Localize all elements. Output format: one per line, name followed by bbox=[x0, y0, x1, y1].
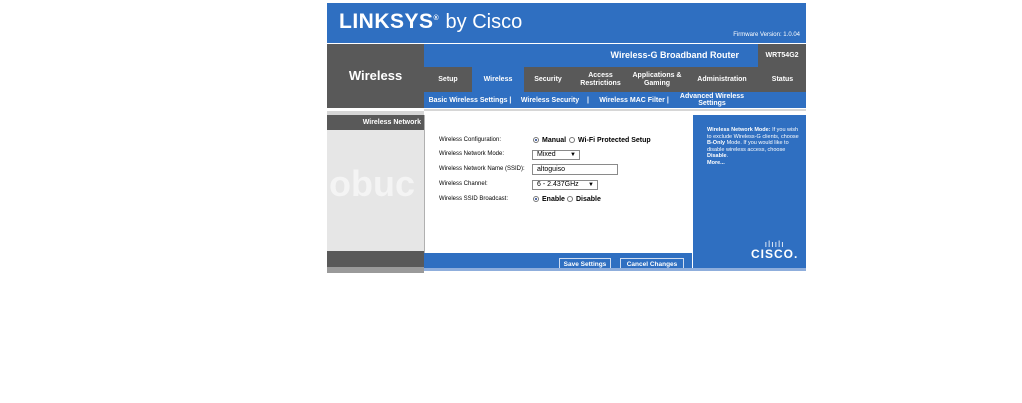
subtab-basic-wireless-settings[interactable]: Basic Wireless Settings | bbox=[426, 92, 514, 108]
subtab-wireless-mac-filter[interactable]: Wireless MAC Filter | bbox=[594, 92, 674, 108]
wireless-channel-value: 6 - 2.437GHz bbox=[537, 181, 579, 188]
broadcast-enable-label: Enable bbox=[542, 196, 565, 203]
ssid-label: Wireless Network Name (SSID): bbox=[439, 166, 525, 172]
tab-access-restrictions[interactable]: Access Restrictions bbox=[572, 67, 629, 92]
right-divider bbox=[424, 109, 806, 111]
ssid-broadcast-label: Wireless SSID Broadcast: bbox=[439, 196, 509, 202]
sidebar-footer-strip bbox=[327, 267, 424, 273]
brand-name: LINKSYS bbox=[339, 10, 434, 33]
photobucket-watermark: obuc bbox=[329, 163, 415, 204]
section-title: Wireless bbox=[327, 44, 424, 108]
tab-security[interactable]: Security bbox=[524, 67, 572, 92]
wireless-network-mode-label: Wireless Network Mode: bbox=[439, 151, 505, 157]
broadcast-disable-label: Disable bbox=[576, 196, 601, 203]
firmware-version: Firmware Version: 1.0.04 bbox=[733, 32, 800, 38]
router-admin-frame: LINKSYS® by Cisco Firmware Version: 1.0.… bbox=[327, 3, 806, 273]
tab-administration[interactable]: Administration bbox=[685, 67, 759, 92]
config-manual-radio[interactable] bbox=[533, 137, 539, 143]
broadcast-disable-radio[interactable] bbox=[567, 196, 573, 202]
config-manual-label: Manual bbox=[542, 137, 567, 144]
network-mode-value: Mixed bbox=[537, 151, 556, 158]
subtab-separator: | bbox=[587, 96, 589, 104]
cisco-logo: ılıılı CISCO. bbox=[751, 239, 798, 261]
model-number: WRT54G2 bbox=[758, 44, 806, 67]
help-bonly: B-Only bbox=[707, 140, 726, 146]
subtab-wireless-security[interactable]: Wireless Security bbox=[518, 92, 582, 108]
tab-applications-gaming[interactable]: Applications & Gaming bbox=[629, 67, 685, 92]
chevron-down-icon: ▼ bbox=[588, 182, 594, 188]
network-mode-select[interactable]: Mixed ▼ bbox=[532, 150, 580, 160]
wireless-configuration-label: Wireless Configuration: bbox=[439, 137, 502, 143]
brand-suffix: by Cisco bbox=[445, 11, 523, 33]
help-disable: Disable bbox=[707, 153, 727, 159]
registered-mark: ® bbox=[433, 15, 440, 22]
left-sidebar: Wireless Network obuc bbox=[327, 115, 424, 273]
help-panel: Wireless Network Mode: If you wish to ex… bbox=[693, 115, 806, 271]
settings-panel: Wireless Configuration: Manual Wi-Fi Pro… bbox=[424, 115, 693, 253]
header-bar: LINKSYS® by Cisco Firmware Version: 1.0.… bbox=[327, 3, 806, 43]
config-wps-label: Wi-Fi Protected Setup bbox=[578, 137, 651, 144]
sub-tabs: Basic Wireless Settings | Wireless Secur… bbox=[424, 92, 806, 108]
product-name: Wireless-G Broadband Router bbox=[610, 50, 739, 60]
wireless-channel-select[interactable]: 6 - 2.437GHz ▼ bbox=[532, 180, 598, 190]
product-bar: Wireless-G Broadband Router WRT54G2 bbox=[424, 44, 806, 67]
help-more-link[interactable]: More... bbox=[707, 160, 725, 166]
linksys-logo: LINKSYS® by Cisco bbox=[339, 10, 522, 34]
chevron-down-icon: ▼ bbox=[570, 152, 576, 158]
help-text: Wireless Network Mode: If you wish to ex… bbox=[707, 127, 799, 166]
main-tabs: Setup Wireless Security Access Restricti… bbox=[424, 67, 806, 92]
tab-wireless[interactable]: Wireless bbox=[472, 67, 524, 92]
subtab-advanced-wireless-settings[interactable]: Advanced Wireless Settings bbox=[676, 92, 748, 108]
sidebar-heading: Wireless Network bbox=[327, 115, 424, 130]
help-title: Wireless Network Mode: bbox=[707, 127, 771, 133]
config-wps-radio[interactable] bbox=[569, 137, 575, 143]
ssid-input[interactable]: altoguiso bbox=[532, 164, 618, 175]
tab-setup[interactable]: Setup bbox=[424, 67, 472, 92]
cisco-wordmark: CISCO. bbox=[751, 247, 799, 261]
bottom-strip bbox=[424, 268, 806, 271]
tab-status[interactable]: Status bbox=[759, 67, 806, 92]
wireless-channel-label: Wireless Channel: bbox=[439, 181, 488, 187]
broadcast-enable-radio[interactable] bbox=[533, 196, 539, 202]
